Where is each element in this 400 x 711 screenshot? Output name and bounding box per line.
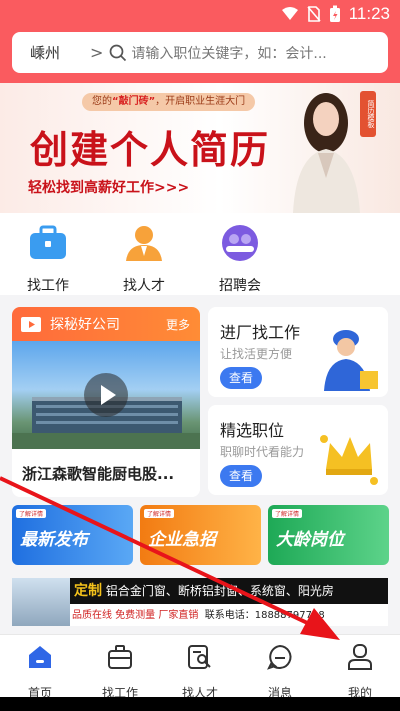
company-card-header: 探秘好公司 更多 [12,307,200,341]
window-ad-banner[interactable]: 定制 铝合金门窗、断桥铝封窗、系统窗、阳光房 品质在线 免费测量 厂家直销 联系… [12,578,388,626]
selected-jobs-card[interactable]: 精选职位 职聊时代看能力 查看 [208,405,388,495]
video-icon [21,317,41,332]
person-icon [126,226,162,261]
search-input[interactable]: 请输入职位关键字，如：会计... [131,43,326,63]
group-icon [222,225,258,261]
company-name: 浙江森歌智能厨电股... [22,465,175,483]
promo-latest[interactable]: 了解详情 最新发布 [12,505,133,565]
tab-home[interactable]: 首页 [5,643,75,701]
tab-profile[interactable]: 我的 [325,643,395,701]
no-sim-icon [307,6,321,22]
briefcase-icon [108,645,132,669]
battery-icon [329,5,340,22]
company-video-thumbnail[interactable] [12,341,200,449]
quick-link-job-fair[interactable]: 招聘会 [212,223,268,295]
banner-pill: 您的“敲门砖”，开启职业生涯大门 [82,93,256,111]
company-card[interactable]: 探秘好公司 更多 浙江森歌智能厨电股... [12,307,200,497]
factory-jobs-subtitle: 让找活更方便 [220,347,293,361]
company-card-title: 探秘好公司 [50,317,120,333]
briefcase-icon [30,225,66,259]
banner-woman-image [293,93,360,213]
ad-image [12,578,70,626]
status-time: 11:23 [348,4,390,23]
factory-jobs-title: 进厂找工作 [220,323,301,342]
banner-subline: 轻松找到高薪好工作>>> [28,180,190,196]
banner-headline: 创建个人简历 [30,127,271,172]
bottom-tab-bar: 首页 找工作 找人才 消息 我的 [0,634,400,700]
resume-banner[interactable]: 您的“敲门砖”，开启职业生涯大门 创建个人简历 轻松找到高薪好工作>>> 简历模… [0,83,400,213]
tab-messages[interactable]: 消息 [245,643,315,701]
more-link[interactable]: 更多 [166,316,190,333]
tab-find-job[interactable]: 找工作 [85,643,155,701]
system-nav-bar [0,697,400,711]
factory-jobs-card[interactable]: 进厂找工作 让找活更方便 查看 [208,307,388,397]
promo-senior-jobs[interactable]: 了解详情 大龄岗位 [268,505,389,565]
status-bar: 11:23 [0,0,400,28]
factory-jobs-view-button[interactable]: 查看 [220,367,262,389]
quick-link-find-talent[interactable]: 找人才 [116,223,172,295]
banner-stamp: 简历模板 [360,91,376,137]
home-icon [29,646,51,668]
play-button[interactable] [84,373,128,417]
worker-icon [324,330,378,391]
tab-find-talent[interactable]: 找人才 [165,643,235,701]
search-bar[interactable]: 嵊州 > 请输入职位关键字，如：会计... [12,32,388,73]
crown-icon [320,435,378,485]
header: 嵊州 > 请输入职位关键字，如：会计... [0,28,400,83]
city-selector[interactable]: 嵊州 [30,42,90,63]
chevron-right-icon: > [90,43,104,62]
selected-jobs-title: 精选职位 [220,421,285,440]
message-icon [267,644,292,670]
wifi-icon [281,7,298,20]
selected-jobs-subtitle: 职聊时代看能力 [220,445,305,459]
search-doc-icon [188,645,211,669]
quick-links: 找工作 找人才 招聘会 [0,213,400,295]
ad-details: 品质在线 免费测量 厂家直销 联系电话：18888797798 [72,610,325,621]
profile-icon [348,644,372,670]
ad-headline: 定制 铝合金门窗、断桥铝封窗、系统窗、阳光房 [70,578,388,604]
search-icon [110,44,127,61]
play-icon [101,385,116,405]
quick-link-find-job[interactable]: 找工作 [20,223,76,295]
selected-jobs-view-button[interactable]: 查看 [220,465,262,487]
promo-urgent[interactable]: 了解详情 企业急招 [140,505,261,565]
